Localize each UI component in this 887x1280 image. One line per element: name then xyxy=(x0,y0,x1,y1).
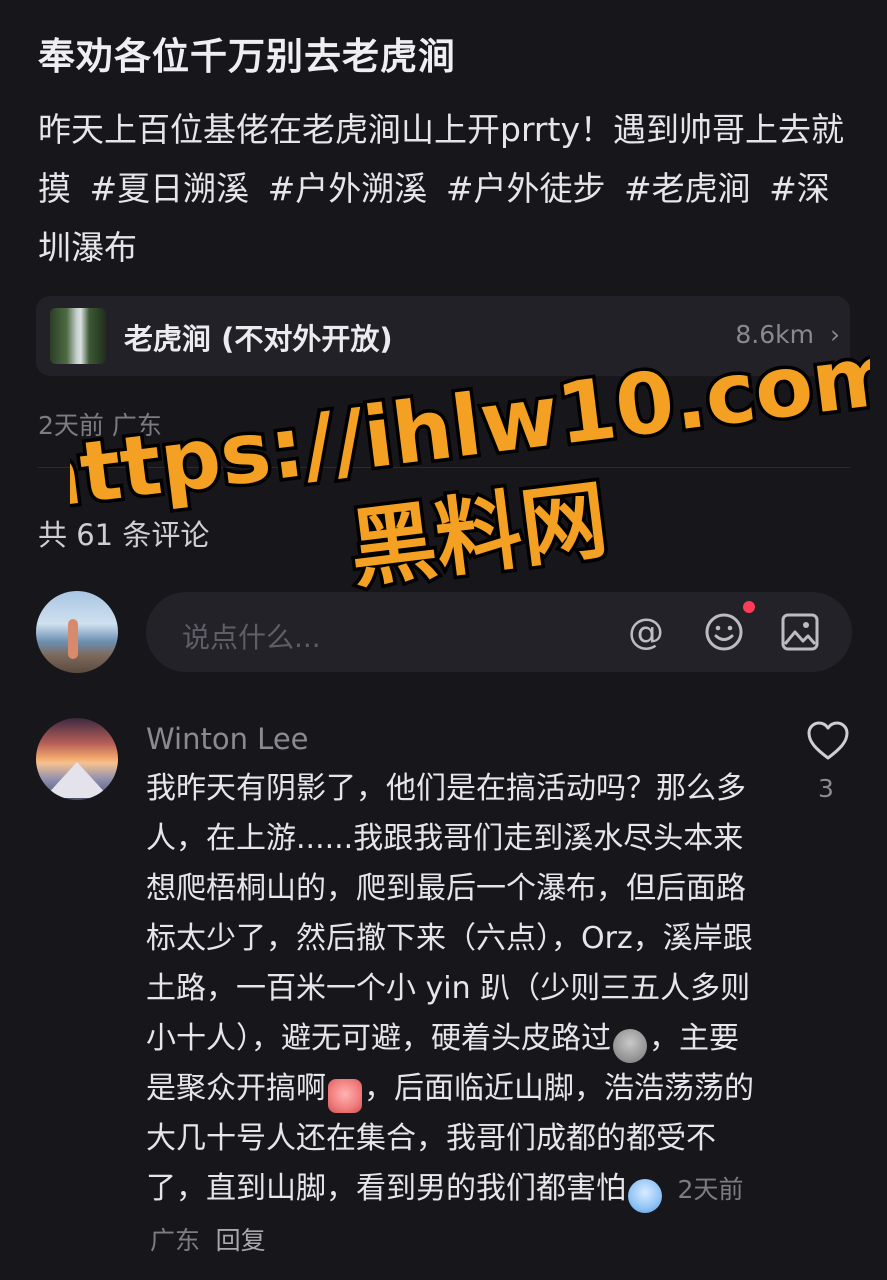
image-icon[interactable] xyxy=(780,612,820,652)
commenter-avatar[interactable] xyxy=(36,718,118,800)
commenter-name[interactable]: Winton Lee xyxy=(146,722,309,756)
at-icon[interactable]: @ xyxy=(626,612,666,653)
comment-input[interactable]: 说点什么... @ xyxy=(146,592,852,672)
hashtag[interactable]: #夏日溯溪 xyxy=(90,169,250,208)
comment-time: 2天前 xyxy=(677,1175,744,1204)
comment-input-placeholder: 说点什么... xyxy=(182,621,321,654)
hashtag[interactable]: #户外徒步 xyxy=(446,169,606,208)
image-icon-svg xyxy=(781,613,819,651)
comment-text-part: 我昨天有阴影了，他们是在搞活动吗？那么多人，在上游......我跟我哥们走到溪水… xyxy=(146,771,753,1056)
crying-emoji-icon: cry xyxy=(328,1079,362,1113)
heart-icon[interactable] xyxy=(806,720,850,762)
comment-region: 广东 xyxy=(150,1226,201,1255)
watermark-name: 黑料网 xyxy=(345,470,613,600)
notification-dot xyxy=(743,601,755,613)
like-count: 3 xyxy=(818,774,834,803)
post-title: 奉劝各位千万别去老虎涧 xyxy=(38,35,456,78)
fear-emoji-icon: fear xyxy=(628,1179,662,1213)
comment-text: 我昨天有阴影了，他们是在搞活动吗？那么多人，在上游......我跟我哥们走到溪水… xyxy=(146,764,761,1266)
emoji-icon[interactable] xyxy=(704,612,744,652)
doge-emoji-icon: doge xyxy=(613,1029,647,1063)
watermark: https://ihlw10.com 黑料网 xyxy=(70,330,870,600)
avatar-figure xyxy=(68,619,78,659)
current-user-avatar[interactable] xyxy=(36,591,118,673)
hashtag[interactable]: #老虎涧 xyxy=(624,169,751,208)
avatar-mountain xyxy=(44,762,110,798)
reply-button[interactable]: 回复 xyxy=(216,1226,266,1255)
post-body: 昨天上百位基佬在老虎涧山上开prrty！遇到帅哥上去就摸 #夏日溯溪 #户外溯溪… xyxy=(38,100,853,277)
hashtag[interactable]: #户外溯溪 xyxy=(268,169,428,208)
emoji-icon-svg xyxy=(705,613,743,651)
